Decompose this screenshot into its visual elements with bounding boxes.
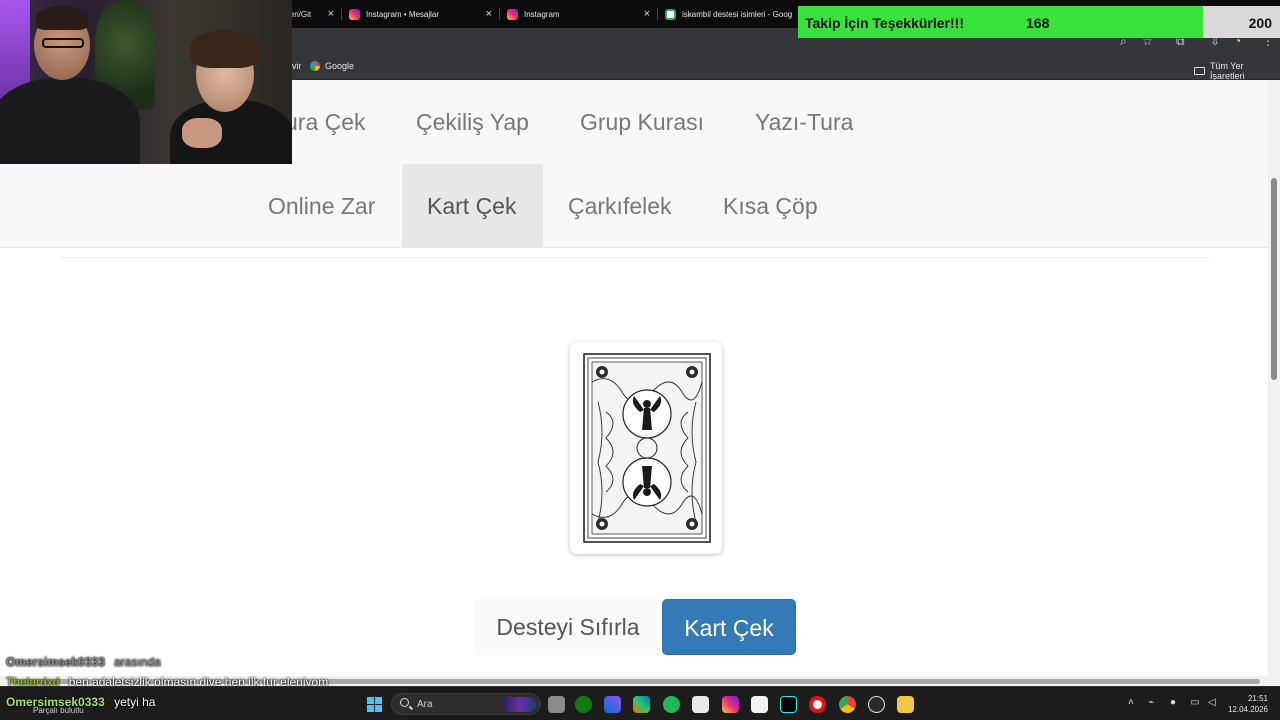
chat-message: Omersimsek0333 arasında — [6, 655, 161, 669]
bookmark-google[interactable]: Google — [310, 61, 354, 71]
clock-time: 21:51 — [1247, 694, 1268, 703]
opera-icon[interactable] — [809, 696, 826, 713]
search-icon — [400, 698, 409, 707]
tab-divider — [657, 8, 658, 20]
xbox-icon[interactable] — [575, 696, 592, 713]
follow-goal-bar: Takip İçin Teşekkürler!!! 168 200 — [798, 6, 1280, 38]
task-view-icon[interactable] — [548, 696, 565, 713]
close-icon[interactable]: × — [644, 8, 650, 20]
colorful-app-icon[interactable] — [633, 696, 650, 713]
nav-item-yazi-tura[interactable]: Yazı-Tura — [730, 80, 878, 164]
instagram-icon — [507, 8, 518, 20]
store-icon[interactable] — [692, 696, 709, 713]
tab-title: Instagram • Mesajlar — [366, 9, 440, 19]
all-bookmarks-label: Tüm Yer İşaretleri — [1209, 61, 1245, 81]
bookmark-label: vir — [292, 61, 302, 71]
reset-deck-button[interactable]: Desteyi Sıfırla — [474, 599, 662, 655]
chat-text: arasında — [114, 655, 161, 669]
search-highlight-icon — [502, 697, 536, 712]
google-icon — [665, 8, 676, 20]
microphone-icon[interactable]: ● — [1170, 697, 1176, 708]
all-bookmarks[interactable]: Tüm Yer İşaretleri — [1194, 61, 1280, 81]
person-left-glasses — [42, 38, 84, 48]
chat-message: Omersimsek0333 yetyi ha — [6, 695, 155, 709]
nav-item-kisa-cop[interactable]: Kısa Çöp — [698, 164, 843, 248]
obs-icon[interactable] — [868, 696, 885, 713]
chat-text: yetyi ha — [114, 695, 156, 709]
playing-card-back — [570, 342, 722, 554]
volume-icon[interactable]: ◁ — [1208, 697, 1216, 708]
taskbar-clock[interactable]: 21:51 12.04.2026 — [1228, 693, 1268, 715]
nav-item-online-zar[interactable]: Online Zar — [243, 164, 400, 248]
webcam-overlay — [0, 0, 292, 164]
tab-instagram[interactable]: Instagram × — [501, 4, 656, 24]
divider — [60, 257, 1210, 258]
tab-divider — [341, 8, 342, 20]
spotify-icon[interactable] — [663, 696, 680, 713]
copilot-icon[interactable] — [604, 696, 621, 713]
display-icon[interactable]: ▭ — [1190, 697, 1199, 708]
scrollbar-thumb[interactable] — [1271, 178, 1277, 380]
search-placeholder: Ara — [417, 699, 433, 710]
bookmark-item[interactable]: vir — [292, 61, 302, 71]
clock-date: 12.04.2026 — [1227, 705, 1268, 714]
folder-icon — [1194, 67, 1205, 75]
web-page: ura Çek Çekiliş Yap Grup Kurası Yazı-Tur… — [0, 80, 1280, 686]
person-left-hair — [36, 6, 88, 30]
chevron-up-icon[interactable]: ˄ — [1128, 697, 1134, 708]
nav-item-cekilis-yap[interactable]: Çekiliş Yap — [391, 80, 554, 164]
nav-item-carkifelek[interactable]: Çarkıfelek — [543, 164, 697, 248]
tab-google-search[interactable]: iskambil destesi isimleri - Goog — [659, 4, 797, 24]
draw-card-button[interactable]: Kart Çek — [662, 599, 796, 655]
person-right-hand — [182, 118, 222, 148]
nav-row-secondary: Online Zar Kart Çek Çarkıfelek Kısa Çöp — [0, 164, 1268, 248]
card-back-pattern — [583, 353, 711, 543]
bookmark-label: Google — [325, 61, 355, 71]
instagram-icon — [349, 8, 360, 20]
capcut-icon[interactable] — [751, 696, 768, 713]
instagram-icon[interactable] — [722, 696, 739, 713]
chat-username: Omersimsek0333 — [6, 695, 105, 709]
tab-title: Instagram — [524, 9, 560, 19]
tab-divider — [499, 8, 500, 20]
file-explorer-icon[interactable] — [897, 696, 914, 713]
close-icon[interactable]: × — [328, 8, 334, 20]
nav-item-kart-cek[interactable]: Kart Çek — [402, 164, 543, 248]
windows-start-icon[interactable] — [367, 697, 382, 712]
nav-item-grup-kurasi[interactable]: Grup Kurası — [555, 80, 729, 164]
follow-goal-current: 168 — [1026, 15, 1050, 31]
taskbar-search[interactable]: Ara — [391, 693, 541, 715]
windows-taskbar: Parçalı bulutlu Ara ˄ ⌁ ● ▭ ◁ 21:51 12.0… — [0, 686, 1280, 720]
tiktok-icon[interactable] — [780, 696, 797, 713]
chrome-icon[interactable] — [839, 696, 856, 713]
person-left-body — [0, 78, 140, 164]
vertical-scrollbar[interactable] — [1268, 80, 1280, 686]
follow-goal-title: Takip İçin Teşekkürler!!! — [805, 15, 964, 31]
chat-username: Omersimsek0333 — [6, 655, 105, 669]
google-icon — [310, 61, 320, 71]
tab-title: iskambil destesi isimleri - Goog — [682, 9, 793, 19]
follow-goal-target: 200 — [1248, 15, 1272, 31]
close-icon[interactable]: × — [486, 8, 492, 20]
network-icon[interactable]: ⌁ — [1148, 697, 1154, 708]
person-right-hair — [190, 30, 260, 68]
tab-instagram-messages[interactable]: Instagram • Mesajlar × — [343, 4, 498, 24]
